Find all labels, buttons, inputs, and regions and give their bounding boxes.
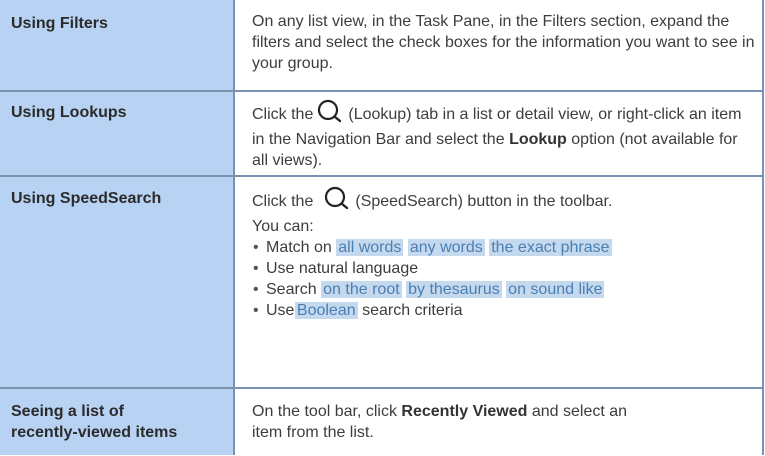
option-by-thesaurus: by thesaurus [406,281,502,298]
magnifier-icon [323,186,351,216]
table-row-filters: Using Filters On any list view, in the T… [0,0,764,90]
description-line-2: item from the list. [252,424,374,441]
description-cell: On any list view, in the Task Pane, in t… [237,0,764,90]
help-table: Using Filters On any list view, in the T… [0,0,764,455]
magnifier-icon [316,99,344,129]
description-line-2: You can: [252,218,314,235]
term-label-line-2: recently-viewed items [11,424,178,441]
search-label: Search [266,281,317,298]
description-suffix: and select an [531,403,628,420]
table-right-border [762,0,764,455]
list-item: Use natural language [252,258,756,279]
description-text: On any list view, in the Task Pane, in t… [252,13,755,72]
list-item: Use Boolean search criteria [252,300,756,321]
lookup-option-label: Lookup [509,131,567,148]
term-label: Using SpeedSearch [11,190,162,207]
term-cell: Using Lookups [0,92,235,175]
option-on-the-root: on the root [321,281,402,298]
list-item: Search on the root by thesaurus on sound… [252,279,756,300]
term-label: Using Lookups [11,104,127,121]
term-cell: Using Filters [0,0,235,90]
recently-viewed-label: Recently Viewed [401,403,528,420]
description-prefix: On the tool bar, click [252,403,397,420]
match-label: Match on [266,239,332,256]
speedsearch-options-list: Match on all words any words the exact p… [252,237,756,321]
description-line-1: On the tool bar, click Recently Viewed a… [252,401,756,422]
table-row-speedsearch: Using SpeedSearch Click the (SpeedSearch)… [0,177,764,387]
option-all-words: all words [336,239,404,256]
option-boolean: Boolean [294,302,358,319]
description-text: Click the (Lookup) tab in a list or detai… [252,99,756,171]
table-row-lookups: Using Lookups Click the (Lookup) tab in a… [0,92,764,175]
list-item: Match on all words any words the exact p… [252,237,756,258]
term-label-line-1: Seeing a list of [11,403,124,420]
boolean-prefix: Use [266,302,295,319]
description-text: Click the (SpeedSearch) button in the too… [252,186,756,321]
term-cell: Using SpeedSearch [0,177,235,387]
option-on-sound-like: on sound like [506,281,605,298]
boolean-suffix: search criteria [362,302,463,319]
description-cell: Click the (SpeedSearch) button in the too… [237,177,764,387]
description-text: On the tool bar, click Recently Viewed a… [252,401,756,443]
description-prefix: Click the [252,106,314,123]
term-label: Seeing a list of recently-viewed items [11,401,177,443]
term-cell: Seeing a list of recently-viewed items [0,389,235,455]
term-label: Using Filters [11,15,108,32]
option-any-words: any words [407,239,485,256]
option-exact-phrase: the exact phrase [489,239,612,256]
table-row-recently-viewed: Seeing a list of recently-viewed items O… [0,389,764,455]
description-prefix: Click the [252,193,314,210]
description-cell: On the tool bar, click Recently Viewed a… [237,389,764,455]
description-cell: Click the (Lookup) tab in a list or detai… [237,92,764,175]
description-middle: (SpeedSearch) button in the toolbar. [355,193,613,210]
description-line-1: Click the (SpeedSearch) button in the too… [252,186,756,216]
